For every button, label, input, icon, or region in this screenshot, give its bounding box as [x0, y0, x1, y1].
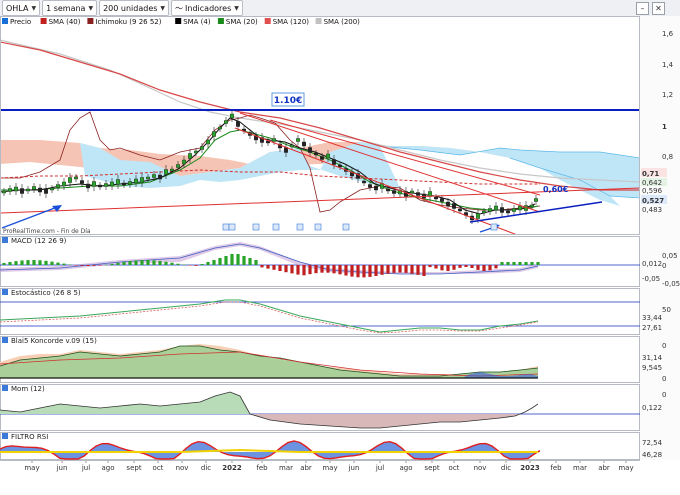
koncorde-label: Blai5 Koncorde v.09 (15)	[11, 337, 97, 345]
svg-text:50: 50	[662, 306, 671, 314]
legend-item: SMA (40)	[49, 18, 81, 26]
legend-item: SMA (200)	[324, 18, 361, 26]
watermark: ProRealTime.com - Fin de Día	[3, 228, 91, 235]
time-axis-label: oct	[153, 464, 164, 472]
arrow-left	[1, 205, 61, 229]
price-legend: Precio SMA (40) Ichimoku (9 26 52) SMA (4) S…	[2, 18, 360, 26]
stochastic-pane[interactable]	[0, 288, 640, 335]
macd-label: MACD (12 26 9)	[11, 237, 67, 245]
macd-pane[interactable]	[0, 236, 640, 287]
svg-text:-0,05: -0,05	[642, 275, 660, 283]
stochastic-label: Estocástico (26 8 5)	[11, 289, 81, 297]
svg-text:0,642: 0,642	[642, 179, 662, 187]
svg-text:46,28: 46,28	[642, 451, 662, 459]
time-axis-label: feb	[550, 464, 562, 472]
svg-text:1,2: 1,2	[662, 91, 673, 99]
time-axis-label: jun	[56, 464, 68, 472]
time-axis-label: may	[322, 464, 337, 472]
time-axis-label: abr	[598, 464, 610, 472]
legend-swatch	[87, 18, 94, 24]
macd-legend-swatch	[2, 237, 8, 243]
legend-swatch	[217, 18, 224, 24]
time-axis-label: jun	[348, 464, 360, 472]
legend-swatch	[40, 18, 47, 24]
time-axis-label: jul	[375, 464, 384, 472]
event-markers	[222, 223, 498, 231]
time-axis-label: nov	[474, 464, 487, 472]
legend-item: SMA (4)	[183, 18, 211, 26]
time-axis-label: may	[618, 464, 633, 472]
macd-signal-fill	[0, 242, 538, 274]
time-axis-label: dic	[201, 464, 211, 472]
svg-text:0: 0	[662, 342, 666, 350]
time-axis-label: dic	[501, 464, 511, 472]
momentum-label: Mom (12)	[11, 385, 45, 393]
time-axis-label: ago	[399, 464, 412, 472]
stock-chart[interactable]: Precio SMA (40) Ichimoku (9 26 52) SMA (4) S…	[0, 0, 680, 495]
svg-text:-0,05: -0,05	[662, 280, 680, 288]
time-axis-label: sept	[126, 464, 141, 472]
mom-legend-swatch	[2, 385, 8, 391]
svg-text:1: 1	[662, 123, 667, 131]
legend-swatch	[264, 18, 271, 24]
mom-positive-fill	[0, 392, 250, 414]
svg-text:0: 0	[662, 262, 666, 270]
svg-text:0,012: 0,012	[642, 260, 662, 268]
svg-text:0,05: 0,05	[662, 252, 678, 260]
svg-text:9,545: 9,545	[642, 364, 662, 372]
stoch-legend-swatch	[2, 289, 8, 295]
svg-text:0: 0	[662, 375, 666, 383]
mom-negative-fill	[250, 414, 520, 428]
stoch-k-line	[0, 299, 539, 333]
time-axis-label: nov	[176, 464, 189, 472]
time-axis-label: ago	[101, 464, 114, 472]
svg-text:0,483: 0,483	[642, 206, 662, 214]
time-axis-label: 2023	[520, 464, 540, 472]
svg-text:0,8: 0,8	[662, 153, 673, 161]
time-axis-label: abr	[300, 464, 312, 472]
svg-text:0,527: 0,527	[642, 197, 664, 205]
resistance-label: 1.10€	[274, 96, 302, 106]
right-axis-band	[640, 16, 680, 460]
time-axis-label: 2022	[222, 464, 242, 472]
svg-text:1,6: 1,6	[662, 30, 674, 38]
time-axis-label: may	[24, 464, 39, 472]
svg-text:0,71: 0,71	[642, 170, 659, 178]
svg-text:72,54: 72,54	[642, 439, 663, 447]
time-axis-label: feb	[256, 464, 268, 472]
support-label: 0,60€	[543, 185, 569, 194]
time-axis: may jun jul ago sept oct nov dic 2022 feb mar abr ma…	[24, 461, 634, 472]
legend-item: SMA (20)	[226, 18, 258, 26]
svg-text:31,14: 31,14	[642, 354, 663, 362]
svg-text:0,596: 0,596	[642, 187, 663, 195]
legend-swatch	[315, 18, 322, 24]
rsi-legend-swatch	[2, 433, 8, 439]
price-pane[interactable]	[0, 16, 640, 235]
time-axis-label: sept	[424, 464, 439, 472]
koncorde-legend-swatch	[2, 337, 8, 343]
rsi-label: FILTRO RSI	[11, 433, 48, 441]
macd-line	[0, 243, 539, 275]
svg-text:1,4: 1,4	[662, 61, 674, 69]
time-axis-label: mar	[279, 464, 293, 472]
legend-item: Precio	[10, 18, 31, 26]
time-axis-label: mar	[573, 464, 587, 472]
svg-text:33,44: 33,44	[642, 314, 663, 322]
time-axis-label: oct	[449, 464, 460, 472]
svg-text:0,122: 0,122	[642, 404, 662, 412]
legend-swatch	[175, 18, 182, 24]
legend-item: Ichimoku (9 26 52)	[95, 18, 161, 26]
time-axis-label: jul	[81, 464, 90, 472]
svg-text:27,61: 27,61	[642, 324, 662, 332]
legend-item: SMA (120)	[273, 18, 310, 26]
legend-swatch	[2, 18, 8, 24]
svg-text:0: 0	[662, 391, 666, 399]
